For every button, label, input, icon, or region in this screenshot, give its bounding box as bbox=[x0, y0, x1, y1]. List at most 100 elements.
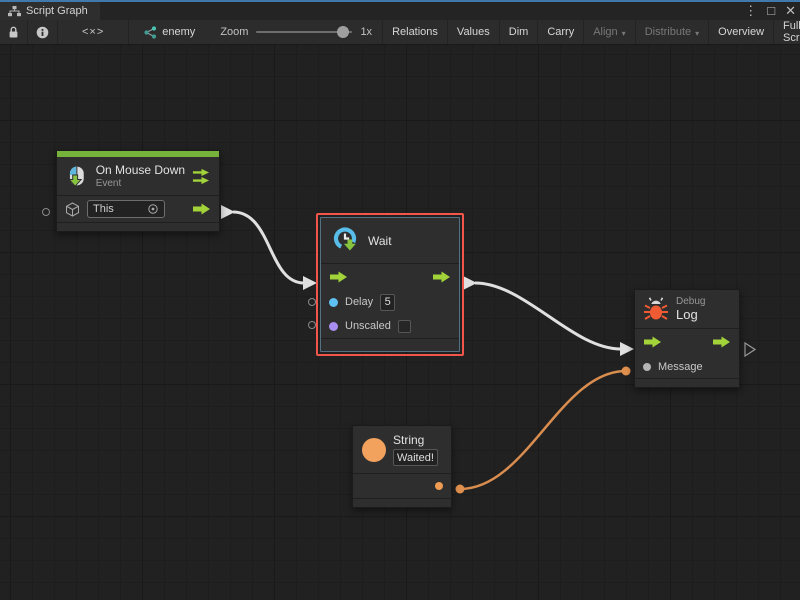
button-label: Align bbox=[593, 26, 617, 38]
mouse-icon bbox=[65, 164, 89, 189]
wire-string-to-message[interactable] bbox=[460, 371, 626, 489]
flow-row bbox=[635, 328, 739, 355]
node-header[interactable]: String Waited! bbox=[353, 426, 451, 473]
code-preview-toggle[interactable]: <×> bbox=[58, 20, 129, 44]
button-label: Relations bbox=[392, 26, 438, 38]
window-titlebar: Script Graph ⋮ □ ✕ bbox=[0, 0, 800, 20]
toolbar-button-dim[interactable]: Dim bbox=[500, 20, 539, 44]
target-field-value: This bbox=[93, 203, 143, 215]
dropdown-caret-icon: ▾ bbox=[695, 29, 699, 38]
node-on-mouse-down[interactable]: On Mouse Down Event This bbox=[56, 150, 220, 232]
lock-button[interactable] bbox=[0, 20, 28, 44]
delay-value-field[interactable]: 5 bbox=[380, 294, 395, 311]
node-title: String bbox=[393, 433, 438, 447]
port-target-input[interactable] bbox=[42, 208, 50, 216]
flow-row bbox=[321, 263, 459, 290]
flow-output-stub-icon[interactable] bbox=[745, 343, 755, 356]
graph-canvas[interactable]: On Mouse Down Event This bbox=[0, 45, 800, 600]
button-label: Distribute bbox=[645, 26, 691, 38]
wire-mousedown-to-wait[interactable] bbox=[233, 212, 304, 283]
string-value-field[interactable]: Waited! bbox=[393, 449, 438, 466]
zoom-slider-handle[interactable] bbox=[337, 26, 349, 38]
zoom-label: Zoom bbox=[220, 26, 248, 38]
node-header[interactable]: Wait bbox=[321, 218, 459, 263]
flow-output-port-icon[interactable] bbox=[432, 271, 451, 283]
wait-clock-icon bbox=[331, 226, 361, 255]
code-icon: <×> bbox=[82, 26, 104, 38]
node-string[interactable]: String Waited! bbox=[352, 425, 452, 508]
node-subtitle: Event bbox=[96, 178, 185, 189]
delay-row: Delay 5 bbox=[321, 290, 459, 314]
window-menu-icon[interactable]: ⋮ bbox=[744, 2, 757, 20]
unscaled-checkbox[interactable] bbox=[398, 320, 411, 333]
window-maximize-icon[interactable]: □ bbox=[767, 2, 775, 20]
flow-output-port-icon[interactable] bbox=[712, 336, 731, 348]
button-label: Dim bbox=[509, 26, 529, 38]
node-header[interactable]: On Mouse Down Event bbox=[57, 157, 219, 195]
string-literal-icon bbox=[362, 438, 386, 462]
unscaled-label: Unscaled bbox=[345, 320, 391, 332]
node-footer bbox=[635, 378, 739, 387]
message-label: Message bbox=[658, 361, 703, 373]
window-close-icon[interactable]: ✕ bbox=[785, 2, 796, 20]
delay-label: Delay bbox=[345, 296, 373, 308]
toolbar-button-carry[interactable]: Carry bbox=[538, 20, 584, 44]
zoom-slider[interactable] bbox=[256, 31, 352, 33]
zoom-level-value: 1x bbox=[360, 26, 372, 38]
node-title: Wait bbox=[368, 234, 392, 248]
wire-wait-to-log[interactable] bbox=[475, 283, 621, 349]
event-trigger-icon bbox=[192, 168, 211, 185]
toolbar-button-relations[interactable]: Relations bbox=[382, 20, 448, 44]
graph-name-label: enemy bbox=[162, 26, 195, 38]
node-header[interactable]: Debug Log bbox=[635, 290, 739, 328]
output-row bbox=[353, 473, 451, 498]
value-port-string-output[interactable] bbox=[435, 482, 443, 490]
flow-input-port-icon[interactable] bbox=[643, 336, 662, 348]
toolbar-button-values[interactable]: Values bbox=[448, 20, 500, 44]
flow-input-port-icon[interactable] bbox=[329, 271, 348, 283]
node-footer bbox=[353, 498, 451, 507]
lock-icon bbox=[8, 26, 19, 39]
object-picker-icon[interactable] bbox=[147, 203, 159, 215]
port-delay-input[interactable] bbox=[308, 298, 316, 306]
wire-arrowhead bbox=[620, 342, 634, 356]
port-unscaled-input[interactable] bbox=[308, 321, 316, 329]
target-field[interactable]: This bbox=[87, 200, 165, 218]
cube-icon bbox=[65, 202, 80, 217]
value-port-delay[interactable] bbox=[329, 298, 338, 307]
button-label: Carry bbox=[547, 26, 574, 38]
graph-breadcrumb[interactable]: enemy bbox=[129, 20, 204, 44]
node-title: Log bbox=[676, 307, 705, 322]
info-icon bbox=[36, 26, 49, 39]
target-row: This bbox=[57, 195, 219, 222]
graph-icon bbox=[143, 26, 157, 39]
wire-start-marker bbox=[221, 205, 235, 219]
toolbar-button-distribute[interactable]: Distribute ▾ bbox=[636, 20, 709, 44]
selection-outline: Wait Delay 5 Unscaled bbox=[316, 213, 464, 356]
flow-output-port-icon[interactable] bbox=[192, 203, 211, 215]
button-label: Overview bbox=[718, 26, 764, 38]
node-footer bbox=[321, 338, 459, 347]
button-label: Full Screen bbox=[783, 20, 800, 44]
toolbar-button-overview[interactable]: Overview bbox=[709, 20, 774, 44]
tab-script-graph[interactable]: Script Graph bbox=[0, 2, 100, 20]
node-category: Debug bbox=[676, 296, 705, 307]
tab-label: Script Graph bbox=[26, 5, 88, 17]
info-button[interactable] bbox=[28, 20, 58, 44]
value-port-unscaled[interactable] bbox=[329, 322, 338, 331]
node-debug-log[interactable]: Debug Log Message bbox=[634, 289, 740, 388]
toolbar-button-fullscreen[interactable]: Full Screen bbox=[774, 20, 800, 44]
unscaled-row: Unscaled bbox=[321, 314, 459, 338]
toolbar-button-align[interactable]: Align ▾ bbox=[584, 20, 635, 44]
dropdown-caret-icon: ▾ bbox=[622, 29, 626, 38]
button-label: Values bbox=[457, 26, 490, 38]
message-row: Message bbox=[635, 355, 739, 378]
wire-arrowhead bbox=[303, 276, 317, 290]
wire-value-endpoint bbox=[456, 485, 465, 494]
value-port-message[interactable] bbox=[643, 363, 651, 371]
wire-start-marker bbox=[463, 276, 477, 290]
node-wait[interactable]: Wait Delay 5 Unscaled bbox=[320, 217, 460, 352]
zoom-control: Zoom 1x bbox=[204, 20, 382, 44]
debug-bug-icon bbox=[643, 297, 669, 322]
node-footer bbox=[57, 222, 219, 231]
